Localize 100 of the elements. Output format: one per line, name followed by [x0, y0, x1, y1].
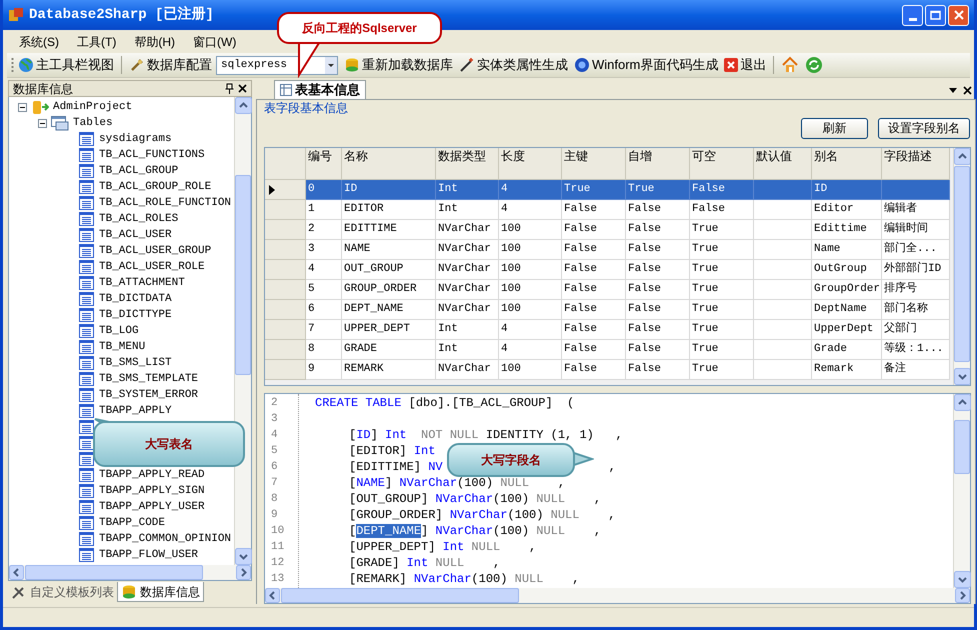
close-icon	[724, 58, 738, 72]
action-button[interactable]: 设置字段别名	[878, 118, 970, 138]
column-header[interactable]: 主键	[562, 148, 626, 180]
close-icon[interactable]	[963, 86, 972, 95]
table-cell: OutGroup	[812, 260, 882, 280]
toolbar-button[interactable]: Winform界面代码生成	[572, 55, 720, 75]
scroll-down-icon[interactable]	[235, 548, 252, 565]
scroll-thumb[interactable]	[235, 175, 251, 375]
table-icon	[79, 484, 94, 498]
menu-item[interactable]: 帮助(H)	[128, 32, 181, 50]
column-header[interactable]: 默认值	[754, 148, 812, 180]
table-cell: 0	[306, 180, 342, 200]
tree-item[interactable]: TB_SMS_LIST	[99, 354, 172, 372]
tree-item[interactable]: TB_SMS_TEMPLATE	[99, 370, 198, 388]
table-icon	[79, 452, 94, 466]
tree-item[interactable]: TB_MENU	[99, 338, 146, 356]
menu-item[interactable]: 窗口(W)	[187, 32, 242, 50]
collapse-icon[interactable]	[18, 102, 27, 112]
toolbar-button[interactable]: 主工具栏视图	[16, 55, 116, 75]
tree-item[interactable]: TB_ACL_USER_GROUP	[99, 242, 212, 260]
column-header[interactable]: 自增	[626, 148, 690, 180]
scroll-up-icon[interactable]	[954, 148, 970, 165]
pin-icon[interactable]	[225, 83, 234, 94]
horizontal-scrollbar[interactable]	[265, 588, 970, 603]
table-cell: 1	[306, 200, 342, 220]
tree-item[interactable]: TB_SYSTEM_ERROR	[99, 386, 198, 404]
scroll-left-icon[interactable]	[9, 565, 24, 580]
tree-item[interactable]: AdminProject	[53, 98, 132, 116]
column-header[interactable]: 名称	[342, 148, 436, 180]
vertical-scrollbar[interactable]	[953, 394, 970, 588]
tree-item[interactable]: TB_ACL_USER	[99, 226, 172, 244]
table-cell: False	[626, 240, 690, 260]
tree-item[interactable]: TBAPP_APPLY	[99, 402, 172, 420]
refresh-icon[interactable]	[805, 56, 824, 74]
collapse-icon[interactable]	[38, 118, 47, 128]
close-icon[interactable]	[238, 84, 247, 93]
tree-item[interactable]: TB_ACL_GROUP	[99, 162, 178, 180]
vertical-scrollbar[interactable]	[234, 97, 251, 565]
database-icon	[31, 99, 49, 115]
scroll-thumb[interactable]	[954, 420, 970, 474]
scroll-up-icon[interactable]	[235, 97, 252, 114]
toolbar-button[interactable]: 重新加载数据库	[342, 55, 455, 75]
tree-item[interactable]: TB_ACL_FUNCTIONS	[99, 146, 205, 164]
scroll-left-icon[interactable]	[265, 588, 280, 603]
line-number: 10	[270, 524, 286, 539]
tree-item[interactable]: TBAPP_APPLY_READ	[99, 466, 205, 484]
column-header[interactable]: 字段描述	[882, 148, 950, 180]
scroll-down-icon[interactable]	[954, 368, 970, 385]
toolbar-button[interactable]: 实体类属性生成	[457, 55, 570, 75]
vertical-scrollbar[interactable]	[953, 148, 970, 385]
column-header[interactable]: 可空	[690, 148, 754, 180]
column-header[interactable]: 别名	[812, 148, 882, 180]
scroll-up-icon[interactable]	[954, 394, 971, 411]
table-cell: Edittime	[812, 220, 882, 240]
toolbar-button[interactable]: 数据库配置	[127, 55, 214, 75]
maximize-button[interactable]	[925, 4, 946, 26]
minimize-icon	[908, 18, 916, 20]
tree-item[interactable]: TBAPP_FLOW_USER	[99, 546, 198, 564]
column-header[interactable]: 数据类型	[436, 148, 499, 180]
home-icon[interactable]	[781, 56, 800, 74]
menu-item[interactable]: 系统(S)	[13, 32, 65, 50]
scroll-down-icon[interactable]	[954, 571, 971, 588]
minimize-button[interactable]	[902, 4, 923, 26]
column-header[interactable]: 长度	[499, 148, 562, 180]
tree-item[interactable]: TB_ACL_USER_ROLE	[99, 258, 205, 276]
table-cell: 100	[499, 360, 562, 380]
menu-item[interactable]: 工具(T)	[71, 32, 122, 50]
scroll-thumb[interactable]	[281, 588, 519, 603]
table-cell: NVarChar	[436, 360, 499, 380]
tree-item[interactable]: TB_ATTACHMENT	[99, 274, 185, 292]
panel-tab[interactable]: 数据库信息	[117, 582, 204, 602]
tree-item[interactable]: TBAPP_APPLY_SIGN	[99, 482, 205, 500]
tree-item[interactable]: TBAPP_CODE	[99, 514, 166, 532]
close-icon	[954, 10, 964, 20]
document-tab[interactable]: 表基本信息	[274, 80, 366, 99]
tree-item[interactable]: TB_ACL_ROLES	[99, 210, 178, 228]
tree-item[interactable]: Tables	[73, 114, 113, 132]
tree-item[interactable]: TB_DICTDATA	[99, 290, 172, 308]
table-cell	[754, 220, 812, 240]
section-label: 表字段基本信息	[264, 100, 349, 115]
table-cell: 100	[499, 220, 562, 240]
tree-item[interactable]: sysdiagrams	[99, 130, 172, 148]
scroll-right-icon[interactable]	[236, 565, 251, 580]
column-header[interactable]: 编号	[306, 148, 342, 180]
close-button[interactable]	[948, 4, 969, 26]
tree-item[interactable]: TB_ACL_GROUP_ROLE	[99, 178, 212, 196]
horizontal-scrollbar[interactable]	[9, 565, 251, 580]
scroll-right-icon[interactable]	[955, 588, 970, 603]
tree-item[interactable]: TBAPP_APPLY_USER	[99, 498, 205, 516]
panel-tab[interactable]: 自定义模板列表	[8, 582, 117, 602]
tree-item[interactable]: TB_DICTTYPE	[99, 306, 172, 324]
dropdown-arrow-icon[interactable]	[949, 88, 957, 93]
toolbar-button[interactable]: 退出	[722, 55, 768, 75]
tree-item[interactable]: TB_ACL_ROLE_FUNCTION	[99, 194, 232, 212]
tree-item[interactable]: TB_LOG	[99, 322, 139, 340]
scroll-thumb[interactable]	[25, 565, 203, 580]
toolbar-grip-icon[interactable]	[11, 57, 14, 73]
tree-item[interactable]: TBAPP_COMMON_OPINION	[99, 530, 232, 548]
action-button[interactable]: 刷新	[801, 118, 868, 138]
row-header[interactable]	[265, 180, 306, 200]
